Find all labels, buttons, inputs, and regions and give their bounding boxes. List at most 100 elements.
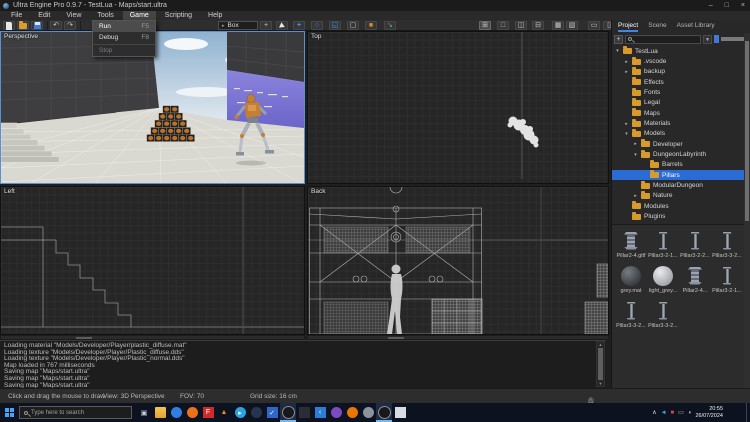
layout-rows-button[interactable]: ⊟ <box>532 21 544 30</box>
asset-item[interactable]: Pillar3-3-2... <box>647 298 679 333</box>
asset-item[interactable]: Pillar3-3-2... <box>615 298 647 333</box>
primitive-type-dropdown[interactable]: ▸ Box <box>218 21 258 30</box>
taskbar-clock[interactable]: 20:55 26/07/2024 <box>695 406 723 419</box>
minimize-button[interactable]: – <box>709 2 713 9</box>
tree-item[interactable]: Effects <box>612 77 745 87</box>
expander-icon[interactable]: ▾ <box>633 152 638 158</box>
tree-item[interactable]: ▸ backup <box>612 66 745 77</box>
taskbar-app[interactable] <box>168 403 184 422</box>
tree-item[interactable]: ▾ TestLua <box>612 46 745 56</box>
taskbar-app[interactable] <box>152 403 168 422</box>
maximize-button[interactable]: □ <box>725 2 729 9</box>
taskbar-app[interactable] <box>376 403 392 422</box>
move-tool-button[interactable]: + <box>293 21 305 30</box>
menu-option[interactable]: Debug F8 <box>93 32 155 43</box>
scroll-up-icon[interactable]: ▲ <box>599 342 603 347</box>
menu-item[interactable]: Edit <box>31 11 57 20</box>
expander-icon[interactable]: ▸ <box>624 121 629 127</box>
expander-icon[interactable]: ▸ <box>633 193 638 199</box>
add-primitive-button[interactable]: + <box>260 21 272 30</box>
taskbar-app[interactable]: ▣ <box>136 403 152 422</box>
tree-item[interactable]: ▸ Developer <box>612 139 745 149</box>
expander-icon[interactable]: ▾ <box>624 131 629 137</box>
tree-item[interactable]: Maps <box>612 108 745 118</box>
scale-tool-button[interactable]: ◱ <box>329 21 341 30</box>
show-desktop-button[interactable] <box>746 403 750 422</box>
asset-item[interactable]: Pillar2-4... <box>679 263 711 298</box>
scrollbar-thumb[interactable] <box>598 348 603 380</box>
panel-tab[interactable]: Project <box>618 22 639 32</box>
expander-icon[interactable]: ▸ <box>624 59 629 65</box>
scrollbar-accent[interactable] <box>714 35 719 43</box>
panel-tab[interactable]: Scene <box>648 22 666 32</box>
search-input[interactable] <box>625 34 701 44</box>
expander-icon[interactable]: ▸ <box>633 141 638 147</box>
console-scrollbar[interactable]: ▲ ▼ <box>596 341 605 387</box>
object-tool-button[interactable]: ■ <box>365 21 377 30</box>
tree-item[interactable]: Pillars <box>612 170 745 181</box>
redo-button[interactable]: ↷ <box>64 21 76 30</box>
asset-item[interactable]: Pillar3-2-1... <box>711 263 743 298</box>
undo-button[interactable]: ↶ <box>50 21 62 30</box>
monitor-a-button[interactable]: ▭ <box>588 21 600 30</box>
open-button[interactable] <box>17 20 29 30</box>
menu-option[interactable]: Stop <box>93 44 155 56</box>
tray-icon[interactable]: ◖ <box>688 410 692 416</box>
toggle-b-button[interactable]: ▧ <box>566 21 578 30</box>
layout-quad-button[interactable]: ⊞ <box>479 21 491 30</box>
taskbar-app[interactable]: ▲ <box>216 403 232 422</box>
taskbar-app[interactable]: F <box>200 403 216 422</box>
menu-option[interactable]: Run F5 <box>93 21 155 32</box>
tree-item[interactable]: ▸ .vscode <box>612 56 745 66</box>
menu-item[interactable]: Game <box>122 11 156 20</box>
asset-item[interactable]: grey.mat <box>615 263 647 298</box>
viewport-top[interactable]: Top <box>307 31 609 184</box>
asset-item[interactable]: Pillar2-4.gltf <box>615 228 647 263</box>
rotate-tool-button[interactable]: ○ <box>311 21 323 30</box>
taskbar-search[interactable]: Type here to search <box>19 406 132 419</box>
title-bar[interactable]: Ultra Engine Pro 0.9.7 - TestLua - Maps/… <box>0 0 750 11</box>
scroll-down-icon[interactable]: ▼ <box>599 381 603 386</box>
taskbar-app[interactable] <box>392 403 408 422</box>
tree-item[interactable]: ▾ Models <box>612 128 745 139</box>
layout-columns-button[interactable]: ◫ <box>515 21 527 30</box>
face-tool-button[interactable]: ▢ <box>347 21 359 30</box>
close-button[interactable]: × <box>741 2 745 9</box>
console-log[interactable]: Loading material "Models/Developer/Playe… <box>0 340 606 388</box>
viewport-back[interactable]: Back <box>307 186 609 335</box>
menu-item[interactable]: View <box>59 11 88 20</box>
taskbar-app[interactable]: ✓ <box>264 403 280 422</box>
viewport-left[interactable]: Left <box>0 186 305 335</box>
save-button[interactable] <box>31 21 43 30</box>
tray-icon[interactable]: ∧ <box>652 409 656 416</box>
menu-item[interactable]: Tools <box>90 11 120 20</box>
scrollbar-thumb[interactable] <box>745 41 749 221</box>
tree-item[interactable]: ▾ DungeonLabyrinth <box>612 149 745 159</box>
panel-vscrollbar[interactable] <box>744 33 750 388</box>
asset-item[interactable]: Pillar3-2-1... <box>647 228 679 263</box>
tree-item[interactable]: Plugins <box>612 211 745 222</box>
taskbar-app[interactable] <box>360 403 376 422</box>
taskbar-app[interactable] <box>248 403 264 422</box>
taskbar-app[interactable]: ▸ <box>232 403 248 422</box>
asset-item[interactable]: Pillar3-3-2... <box>711 228 743 263</box>
taskbar-app[interactable]: ‹ <box>312 403 328 422</box>
asset-item[interactable]: light_grey... <box>647 263 679 298</box>
layout-single-button[interactable]: □ <box>497 21 509 30</box>
taskbar-app[interactable] <box>344 403 360 422</box>
tree-item[interactable]: Fonts <box>612 87 745 97</box>
tree-item[interactable]: ModularDungeon <box>612 180 745 190</box>
tree-item[interactable]: Modules <box>612 201 745 211</box>
menu-item[interactable]: File <box>4 11 29 20</box>
menu-item[interactable]: Help <box>201 11 229 20</box>
taskbar-app[interactable] <box>296 403 312 422</box>
tray-icon[interactable]: ◄ <box>661 410 667 416</box>
asset-item[interactable]: Pillar3-2-2... <box>679 228 711 263</box>
expander-icon[interactable]: ▾ <box>615 48 620 54</box>
tray-icon[interactable]: ▭ <box>678 409 684 416</box>
tree-item[interactable]: ▸ Materials <box>612 118 745 128</box>
menu-item[interactable]: Scripting <box>158 11 199 20</box>
select-tool-button[interactable] <box>276 21 288 30</box>
panel-tab[interactable]: Asset Library <box>677 22 715 32</box>
expander-icon[interactable]: ▸ <box>624 69 629 75</box>
